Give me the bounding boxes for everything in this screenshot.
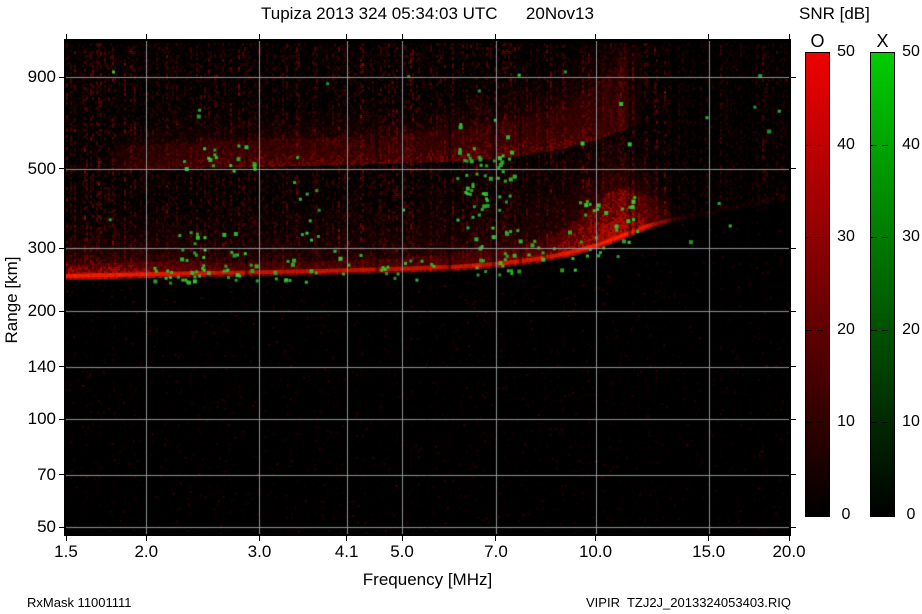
colorbar-tick-label: 10 <box>902 413 920 431</box>
y-tick-label: 100 <box>27 409 56 429</box>
rx-mask-note: RxMask 11001111 <box>27 595 132 610</box>
colorbar-o-header: O <box>810 31 825 51</box>
y-tick-mark <box>59 418 64 420</box>
y-tick-mark <box>791 247 796 249</box>
colorbar-dash-tick <box>806 329 829 331</box>
x-tick-mark <box>145 536 147 541</box>
ionogram-figure: Tupiza 2013 324 05:34:03 UTC 20Nov13 SNR… <box>0 0 922 614</box>
y-tick-label: 50 <box>37 517 56 536</box>
y-tick-mark <box>59 310 64 312</box>
y-tick-mark <box>59 474 64 476</box>
y-tick-mark <box>59 168 64 170</box>
y-tick-label: 900 <box>27 67 56 87</box>
x-tick-label: 5.0 <box>390 542 414 561</box>
x-tick-mark <box>788 34 790 39</box>
colorbar-tick-label: 20 <box>902 320 920 338</box>
colorbar-dash-tick <box>871 144 894 146</box>
x-tick-label: 2.0 <box>134 542 159 561</box>
colorbar-x-header: X <box>876 31 889 51</box>
source-file-note: VIPIR TZJ2J_2013324053403.RIQ <box>586 595 791 610</box>
y-tick-mark <box>791 418 796 420</box>
x-tick-label: 10.0 <box>578 542 613 561</box>
x-axis-label: Frequency [MHz] <box>362 570 493 589</box>
y-tick-mark <box>791 76 796 78</box>
y-tick-label: 500 <box>27 158 56 178</box>
y-tick-label: 70 <box>37 464 56 484</box>
ionogram-canvas <box>66 41 789 534</box>
colorbar-tick-label: 30 <box>902 228 920 246</box>
y-tick-mark <box>791 526 796 528</box>
y-tick-label: 200 <box>27 301 56 321</box>
colorbar-x-gradient <box>870 52 895 517</box>
x-tick-mark <box>401 536 403 541</box>
colorbar-tick-label: 50 <box>837 43 855 60</box>
x-tick-mark <box>401 34 403 39</box>
colorbar-tick-label: 50 <box>902 43 920 60</box>
y-tick-mark <box>59 366 64 368</box>
x-tick-mark <box>595 536 597 541</box>
x-tick-mark <box>788 536 790 541</box>
x-tick-mark <box>346 536 348 541</box>
x-tick-mark <box>65 536 67 541</box>
colorbar-tick-label: 10 <box>837 413 855 431</box>
x-tick-label: 3.0 <box>247 542 272 561</box>
x-tick-label: 1.5 <box>54 542 78 561</box>
colorbar-tick-label: 30 <box>837 228 855 246</box>
colorbar-dash-tick <box>806 422 829 424</box>
y-tick-mark <box>59 526 64 528</box>
x-tick-mark <box>346 34 348 39</box>
ionogram-plot-area <box>64 39 791 536</box>
y-tick-mark <box>791 474 796 476</box>
colorbar-dash-tick <box>871 237 894 239</box>
x-tick-label: 4.1 <box>334 542 359 561</box>
y-tick-mark <box>791 310 796 312</box>
y-tick-mark <box>791 366 796 368</box>
x-tick-mark <box>258 536 260 541</box>
colorbar-tick-label: 40 <box>837 135 855 153</box>
x-tick-mark <box>258 34 260 39</box>
colorbar-tick-label: 20 <box>837 320 855 338</box>
colorbar-title: SNR [dB] <box>799 4 870 23</box>
x-tick-mark <box>708 34 710 39</box>
x-tick-mark <box>145 34 147 39</box>
y-tick-mark <box>59 76 64 78</box>
y-tick-mark <box>791 168 796 170</box>
x-tick-label: 7.0 <box>484 542 508 561</box>
x-tick-mark <box>65 34 67 39</box>
x-tick-mark <box>495 536 497 541</box>
colorbar-dash-tick <box>871 422 894 424</box>
colorbar-o-gradient <box>805 52 830 517</box>
colorbar-tick-label: 40 <box>902 135 920 153</box>
x-tick-mark <box>595 34 597 39</box>
plot-title: Tupiza 2013 324 05:34:03 UTC 20Nov13 <box>261 4 594 23</box>
x-tick-label: 20.0 <box>772 542 806 561</box>
y-tick-mark <box>59 247 64 249</box>
y-tick-label: 140 <box>27 356 56 376</box>
colorbar-dash-tick <box>871 329 894 331</box>
colorbar-tick-label: 0 <box>906 506 916 523</box>
x-tick-label: 15.0 <box>692 542 726 561</box>
colorbar-dash-tick <box>806 237 829 239</box>
y-tick-label: 300 <box>27 238 56 258</box>
x-tick-mark <box>708 536 710 541</box>
x-tick-mark <box>495 34 497 39</box>
colorbar-tick-label: 0 <box>841 506 851 523</box>
colorbar-dash-tick <box>806 144 829 146</box>
